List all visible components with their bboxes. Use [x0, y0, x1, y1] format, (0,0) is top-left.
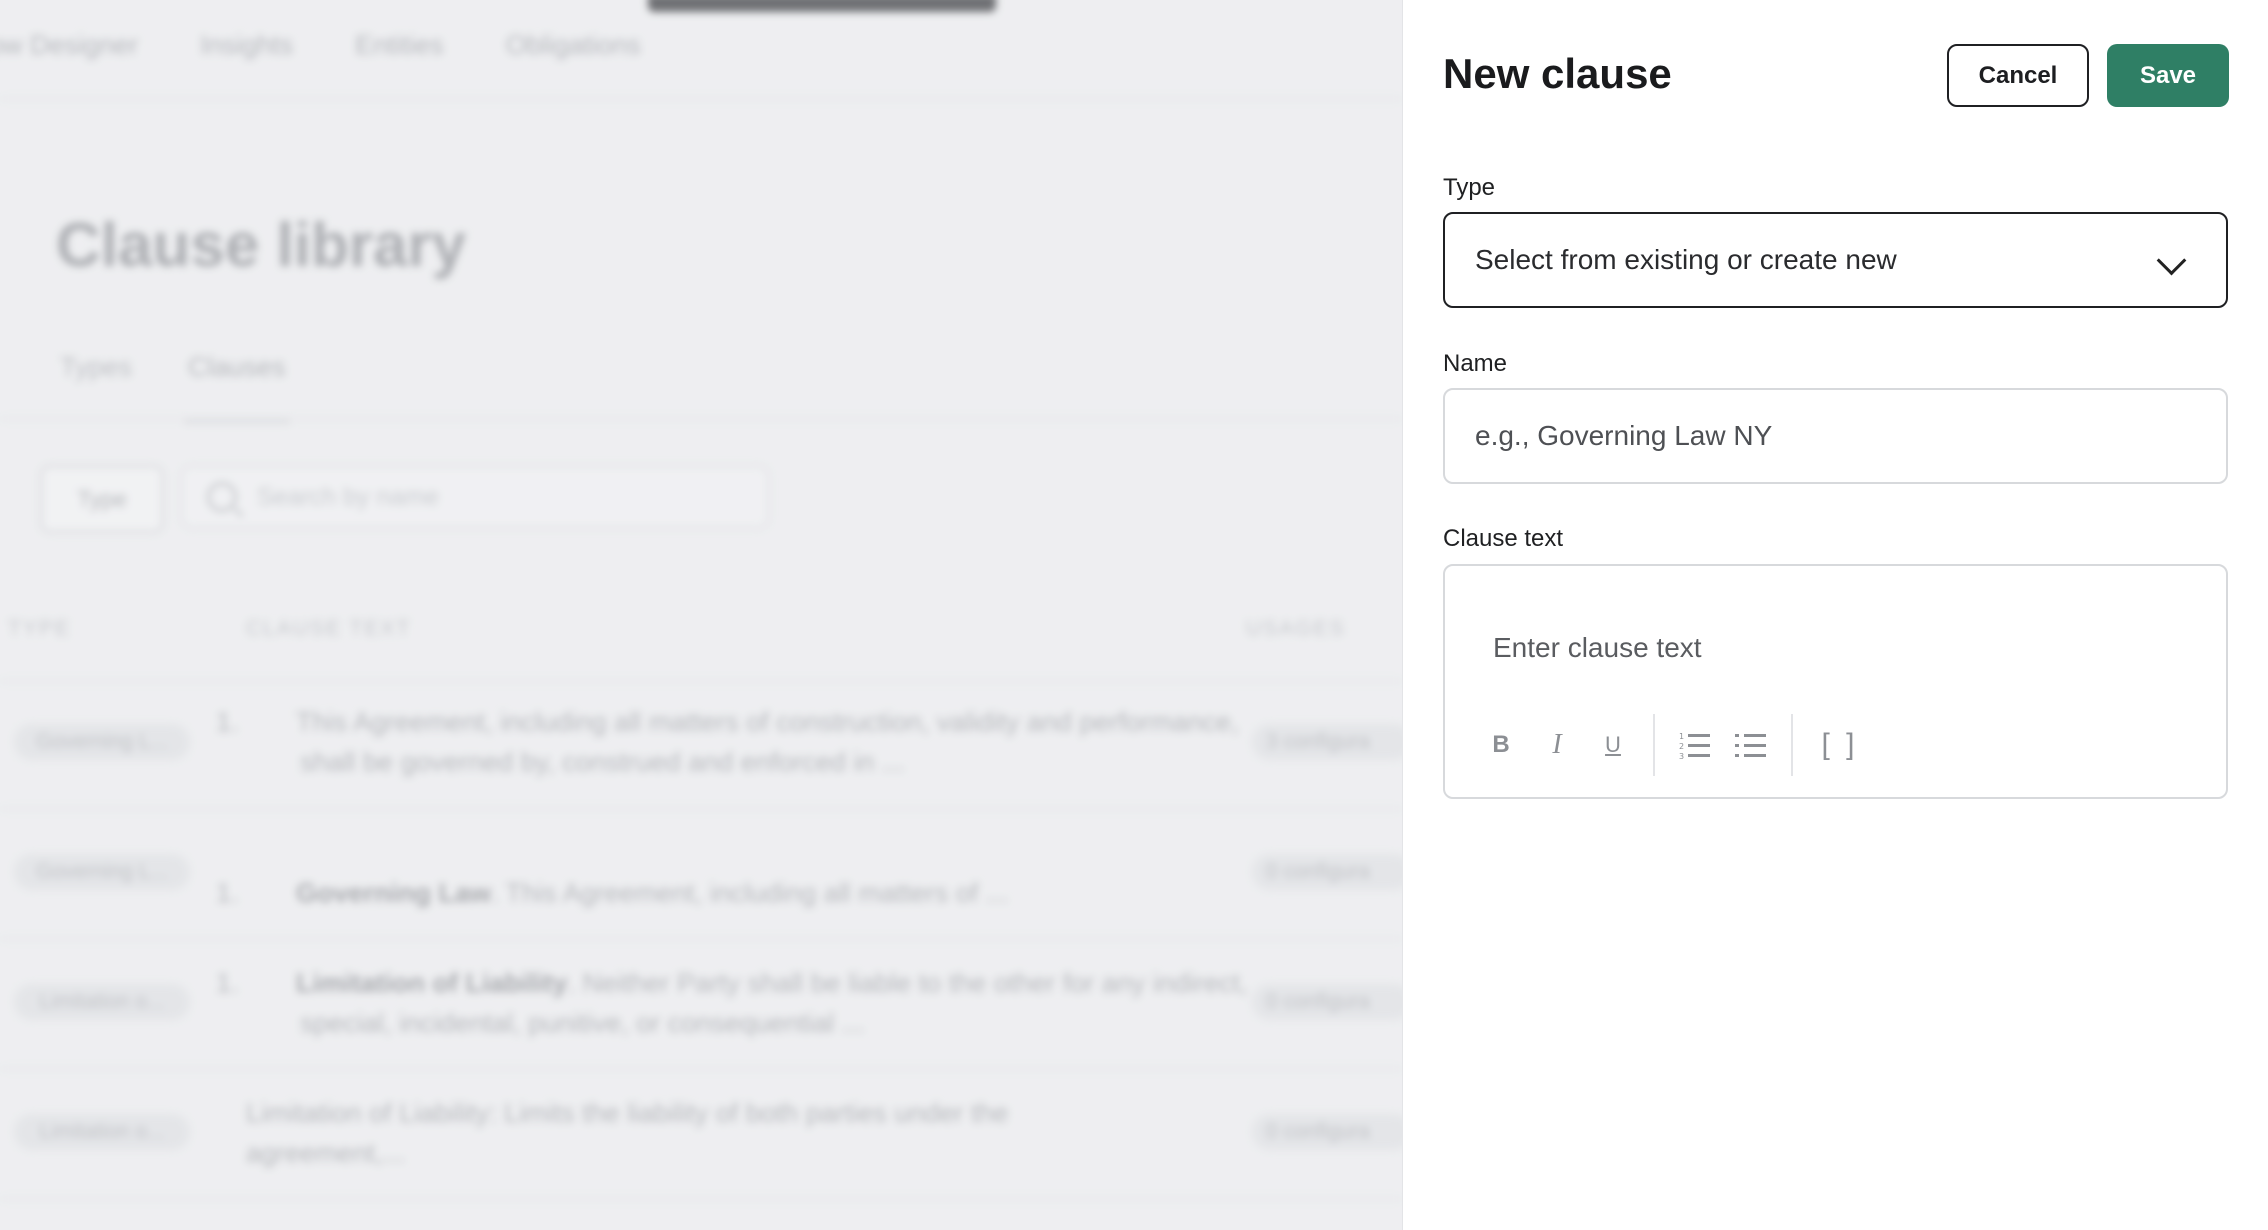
chevron-down-icon: [2156, 245, 2187, 276]
clause-text-label: Clause text: [1443, 525, 1564, 552]
underline-icon[interactable]: U: [1585, 717, 1641, 773]
background-page: ow Designer Insights Entities Obligation…: [0, 0, 1402, 1230]
cancel-button[interactable]: Cancel: [1947, 44, 2089, 107]
overlay-scrim[interactable]: [0, 0, 1402, 1230]
svg-text:3: 3: [1679, 752, 1684, 760]
toolbar-divider: [1653, 714, 1655, 776]
formatting-toolbar: B I U 1 2 3 []: [1473, 714, 1875, 776]
panel-title: New clause: [1443, 50, 1672, 97]
bullet-list-icon: [1735, 734, 1766, 757]
clause-text-placeholder: Enter clause text: [1493, 632, 1702, 663]
save-button[interactable]: Save: [2107, 44, 2229, 107]
name-input[interactable]: [1443, 388, 2228, 484]
new-clause-panel: New clause Cancel Save Type Select from …: [1402, 0, 2268, 1230]
bold-icon[interactable]: B: [1473, 717, 1529, 773]
brackets-icon[interactable]: [ ]: [1805, 717, 1875, 773]
toolbar-divider: [1791, 714, 1793, 776]
svg-text:1: 1: [1679, 732, 1684, 741]
clause-text-editor[interactable]: Enter clause text B I U 1 2 3 []: [1443, 564, 2228, 799]
type-label: Type: [1443, 174, 1496, 201]
type-select[interactable]: Select from existing or create new: [1443, 212, 2228, 308]
svg-text:2: 2: [1679, 742, 1684, 751]
type-select-value: Select from existing or create new: [1475, 244, 1897, 275]
numbered-list-icon: 1 2 3: [1679, 732, 1710, 760]
numbered-list-icon[interactable]: 1 2 3: [1667, 717, 1723, 773]
name-label: Name: [1443, 350, 1508, 377]
bullet-list-icon[interactable]: [1723, 717, 1779, 773]
italic-icon[interactable]: I: [1529, 717, 1585, 773]
